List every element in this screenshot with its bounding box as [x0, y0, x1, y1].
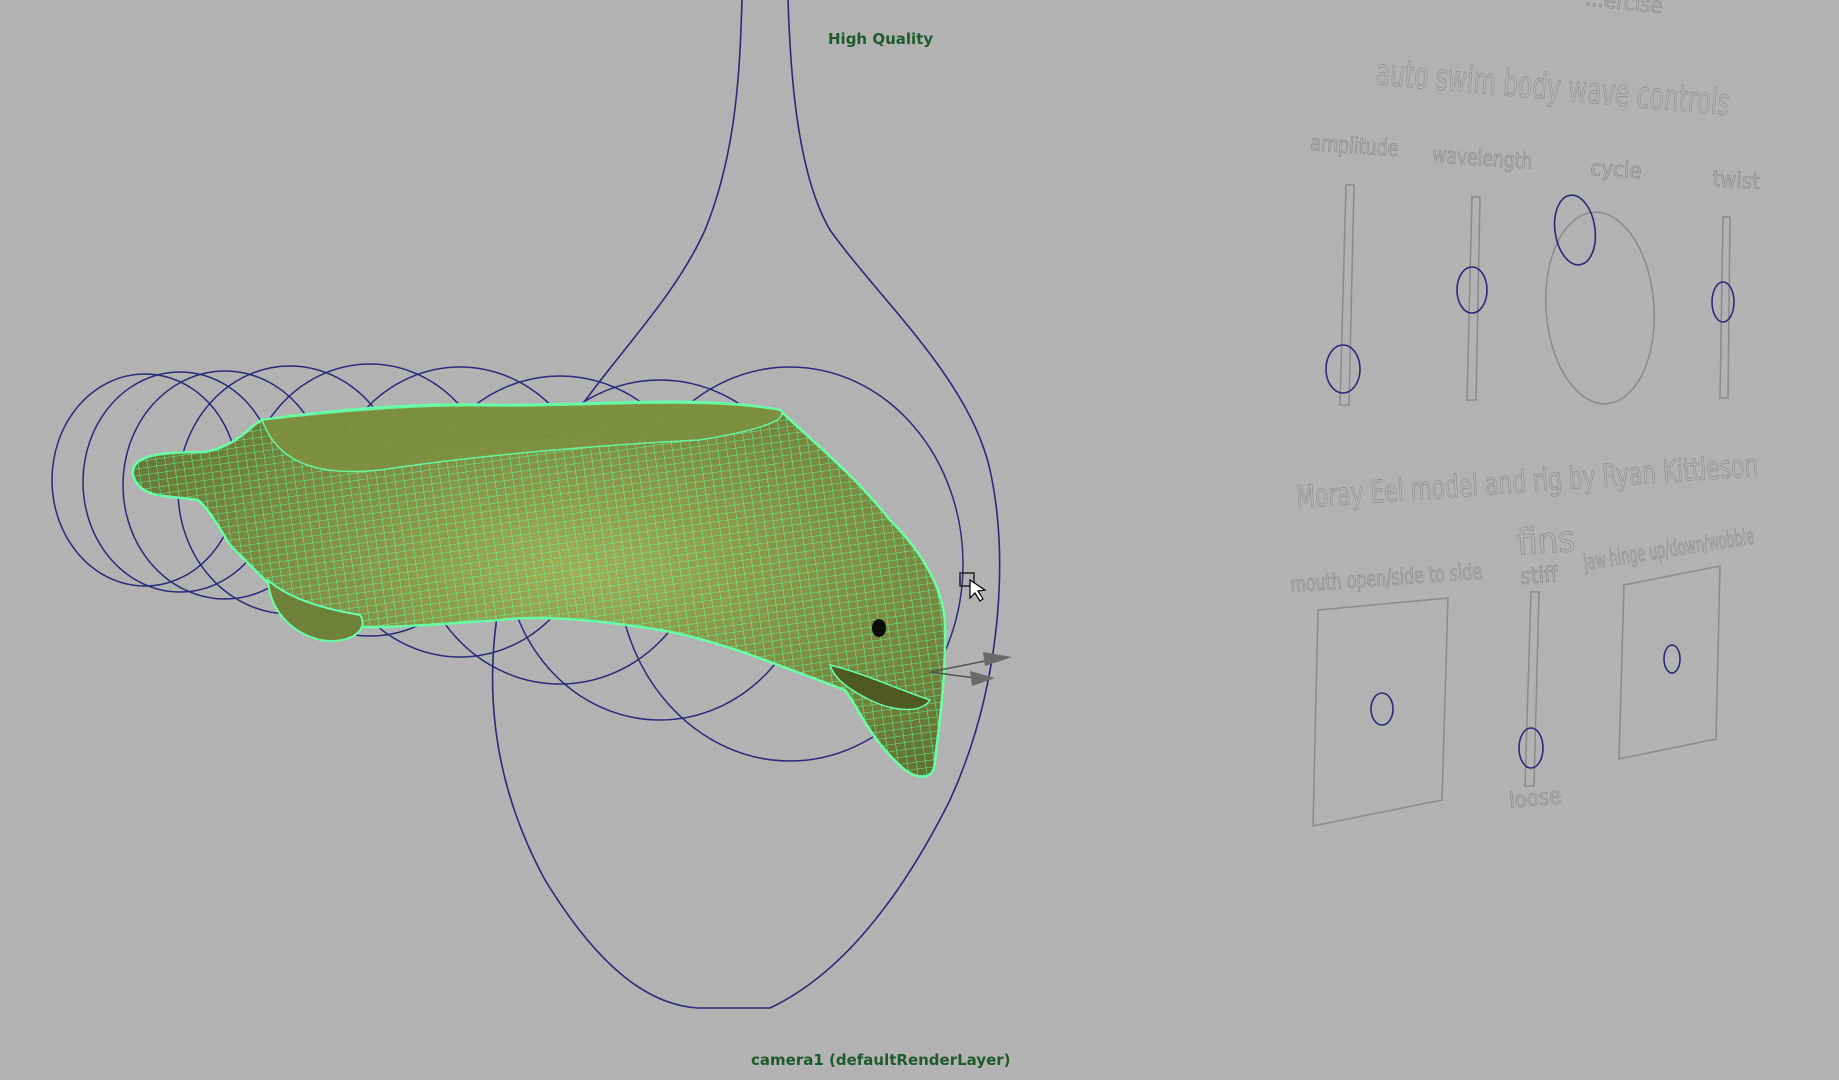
mouth-handle[interactable]	[1370, 692, 1394, 726]
fins-handle[interactable]	[1518, 727, 1544, 769]
cycle-handle[interactable]	[1550, 193, 1599, 268]
twist-handle[interactable]	[1711, 281, 1735, 323]
credit-text: Moray Eel model and rig by Ryan Kittleso…	[1295, 448, 1759, 516]
hud-camera-label: camera1 (defaultRenderLayer)	[751, 1051, 1011, 1069]
mouse-cursor-icon	[959, 572, 987, 602]
loose-label: loose	[1508, 784, 1563, 814]
eel-eye	[872, 619, 886, 637]
maya-viewport[interactable]: ...ercise auto swim body wave controls a…	[0, 0, 1839, 1080]
stiff-label: stiff	[1520, 562, 1560, 590]
hud-quality-label: High Quality	[828, 30, 934, 48]
cycle-label: cycle	[1590, 156, 1643, 185]
mouth-label: mouth open/side to side	[1290, 560, 1483, 598]
jaw-label: jaw hinge up/down/wobble	[1581, 524, 1755, 576]
wavelength-handle[interactable]	[1456, 266, 1488, 314]
twist-label: twist	[1712, 167, 1761, 195]
top-cut-label: ...ercise	[1584, 0, 1664, 19]
fins-label: fins	[1516, 519, 1577, 564]
rig-control-panel: ...ercise auto swim body wave controls a…	[1289, 0, 1761, 827]
wavelength-label: wavelength	[1432, 143, 1534, 175]
swim-controls-title: auto swim body wave controls	[1374, 52, 1731, 124]
jaw-handle[interactable]	[1663, 644, 1681, 674]
amplitude-label: amplitude	[1310, 131, 1400, 162]
amplitude-handle[interactable]	[1325, 344, 1361, 394]
moray-eel-mesh[interactable]	[131, 400, 947, 778]
